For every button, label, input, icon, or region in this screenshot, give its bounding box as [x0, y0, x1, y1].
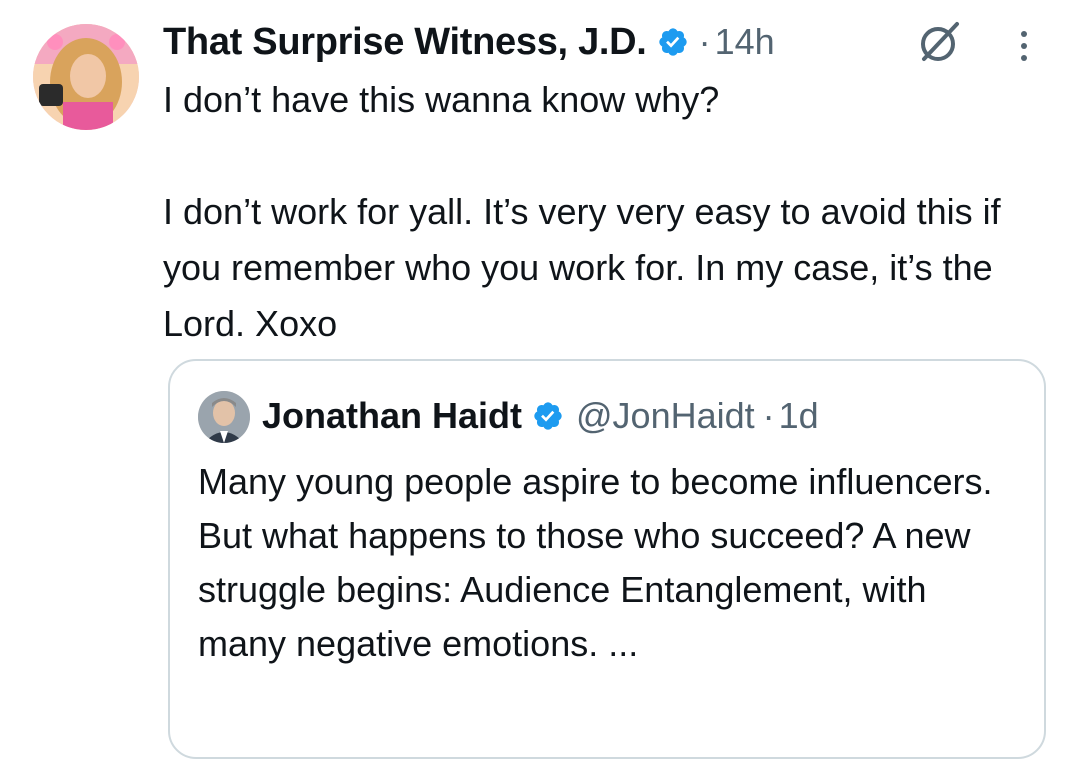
avatar-photo-icon: [33, 24, 139, 130]
quoted-tweet-text: Many young people aspire to become influ…: [198, 461, 993, 664]
grok-icon[interactable]: [916, 18, 964, 66]
tweet[interactable]: That Surprise Witness, J.D. · 14h I don’…: [0, 0, 1080, 759]
avatar-photo-icon: [198, 391, 250, 443]
tweet-text: I don’t have this wanna know why? I don’…: [163, 79, 1001, 344]
quoted-author-handle[interactable]: @JonHaidt: [576, 395, 755, 437]
quoted-author-name[interactable]: Jonathan Haidt: [262, 395, 522, 437]
quoted-tweet[interactable]: Jonathan Haidt @JonHaidt · 1d Many young…: [168, 359, 1046, 759]
author-name[interactable]: That Surprise Witness, J.D.: [163, 21, 647, 64]
header-separator: ·: [698, 21, 711, 62]
quoted-timestamp[interactable]: 1d: [779, 395, 819, 437]
quoted-author-avatar[interactable]: [198, 391, 250, 443]
quoted-header-separator: ·: [762, 395, 775, 436]
verified-badge-icon: [658, 28, 687, 56]
more-vertical-icon[interactable]: [1014, 26, 1034, 66]
verified-badge-icon: [534, 402, 562, 430]
quoted-header: Jonathan Haidt @JonHaidt · 1d: [262, 387, 819, 445]
tweet-timestamp[interactable]: 14h: [715, 21, 775, 63]
author-avatar[interactable]: [33, 24, 139, 130]
